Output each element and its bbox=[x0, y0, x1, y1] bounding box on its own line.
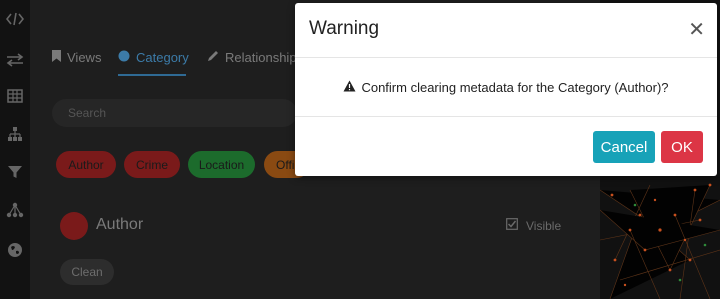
chip-label: Location bbox=[198, 157, 245, 172]
chip-crime[interactable]: Crime bbox=[124, 151, 180, 178]
tab-views-label: Views bbox=[67, 49, 102, 65]
chip-label: Author bbox=[68, 157, 104, 172]
pencil-icon bbox=[207, 50, 219, 65]
category-name: Author bbox=[96, 216, 144, 233]
filter-icon[interactable] bbox=[5, 162, 25, 182]
visible-label: Visible bbox=[526, 218, 562, 233]
warning-icon bbox=[343, 80, 356, 95]
search-placeholder: Search bbox=[68, 106, 107, 120]
clean-button[interactable]: Clean bbox=[60, 259, 114, 285]
hierarchy-icon[interactable] bbox=[5, 124, 25, 144]
circle-icon bbox=[118, 50, 130, 65]
chip-location[interactable]: Location bbox=[188, 151, 255, 178]
modal-title: Warning bbox=[309, 18, 380, 39]
tab-category-label: Category bbox=[136, 49, 189, 65]
modal-message: Confirm clearing metadata for the Catego… bbox=[361, 79, 669, 95]
tab-category[interactable]: Category bbox=[118, 48, 189, 66]
chip-label: Crime bbox=[136, 157, 168, 172]
globe-icon[interactable] bbox=[5, 240, 25, 260]
sidebar bbox=[0, 0, 30, 299]
network-icon[interactable] bbox=[5, 200, 25, 220]
search-input[interactable]: Search bbox=[52, 99, 297, 127]
modal-header: Warning ✕ bbox=[295, 3, 717, 58]
close-icon[interactable]: ✕ bbox=[688, 17, 705, 42]
active-tab-indicator bbox=[118, 74, 186, 76]
cancel-button[interactable]: Cancel bbox=[593, 131, 655, 163]
code-icon[interactable] bbox=[5, 9, 25, 29]
chip-label: Offi bbox=[276, 157, 295, 172]
modal-body: Confirm clearing metadata for the Catego… bbox=[295, 58, 717, 117]
tab-views[interactable]: Views bbox=[52, 48, 101, 66]
bookmark-icon bbox=[52, 49, 61, 65]
category-color-swatch[interactable] bbox=[60, 212, 88, 240]
arrows-icon[interactable] bbox=[5, 50, 25, 70]
visible-toggle[interactable]: Visible bbox=[506, 218, 561, 233]
ok-button[interactable]: OK bbox=[661, 131, 703, 163]
tab-relationship[interactable]: Relationship bbox=[207, 48, 297, 66]
checkbox-icon bbox=[506, 218, 518, 233]
chip-author[interactable]: Author bbox=[56, 151, 116, 178]
warning-modal: Warning ✕ Confirm clearing metadata for … bbox=[295, 3, 717, 176]
tab-relationship-label: Relationship bbox=[225, 49, 297, 65]
table-icon[interactable] bbox=[5, 86, 25, 106]
